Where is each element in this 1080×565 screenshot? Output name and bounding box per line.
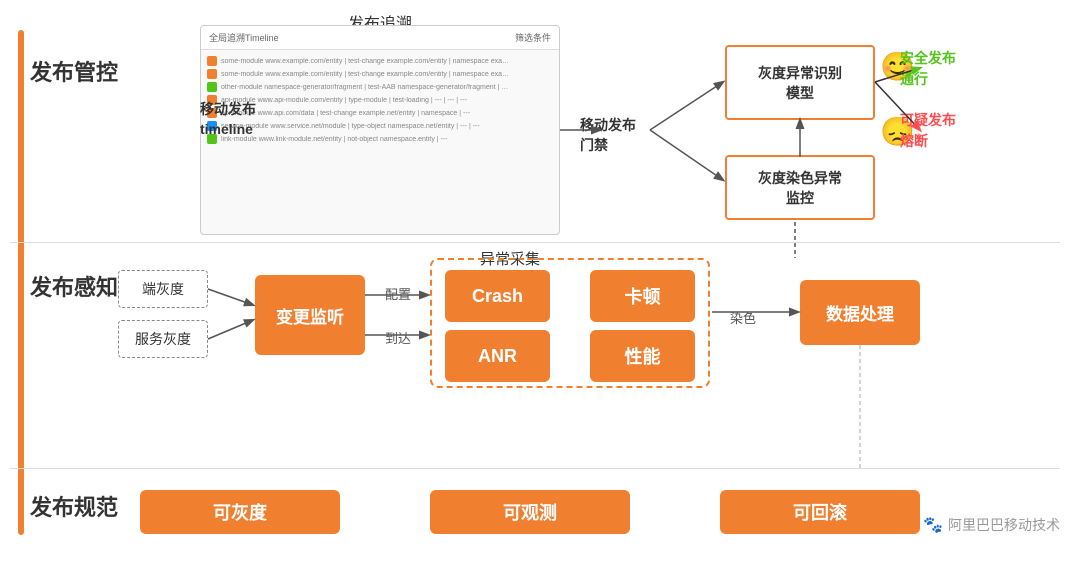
performance-box: 性能 [590, 330, 695, 382]
section-fabuganzhi: 发布感知 [30, 270, 118, 302]
data-process-box: 数据处理 [800, 280, 920, 345]
divider-bottom [10, 468, 1060, 469]
safe-publish-label: 安全发布 通行 [900, 48, 956, 90]
ranse-label: 染色 [730, 308, 756, 327]
trace-dot [207, 56, 217, 66]
katun-box: 卡顿 [590, 270, 695, 322]
config-label: 配置 [385, 284, 411, 303]
trace-header-left: 全局追溯Timeline [209, 31, 279, 44]
suspicious-publish-label: 可疑发布 熔断 [900, 110, 956, 152]
service-gray-box: 服务灰度 [118, 320, 208, 358]
trace-row-text: service-module www.service.net/module | … [221, 123, 480, 130]
arrive-label: 到达 [385, 328, 411, 347]
section-fabukongzhi: 发布管控 [30, 55, 118, 87]
trace-header-right: 筛选条件 [515, 31, 551, 44]
left-accent-bar [18, 30, 24, 535]
anr-box: ANR [445, 330, 550, 382]
gray-monitor-box: 灰度染色异常监控 [725, 155, 875, 220]
trace-row-text: some-module www.example.com/entity | tes… [221, 71, 511, 78]
trace-row: some-module www.example.com/entity | tes… [207, 69, 553, 79]
keguance-box: 可观测 [430, 490, 630, 534]
duan-gray-box: 端灰度 [118, 270, 208, 308]
watermark: 🐾 阿里巴巴移动技术 [923, 515, 1060, 535]
main-container: 发布管控 发布感知 发布规范 发布追溯 全局追溯Timeline 筛选条件 so… [0, 0, 1080, 565]
mobile-mengeng-label: 移动发布 门禁 [580, 115, 636, 155]
trace-row: some-module www.example.com/entity | tes… [207, 56, 553, 66]
trace-dot [207, 82, 217, 92]
section-fabuguguifan: 发布规范 [30, 490, 118, 522]
trace-row-text: other-module namespace-generator/fragmen… [221, 84, 511, 91]
trace-row-text: api-module www.api-module.com/entity | t… [221, 97, 467, 104]
crash-box: Crash [445, 270, 550, 322]
trace-row: api-module www.api.com/data | test-chang… [207, 108, 553, 118]
trace-row-text: some-module www.example.com/entity | tes… [221, 58, 511, 65]
divider-top [10, 242, 1060, 243]
trace-row-text: api-module www.api.com/data | test-chang… [221, 110, 470, 117]
trace-row: service-module www.service.net/module | … [207, 121, 553, 131]
watermark-icon: 🐾 [923, 515, 943, 535]
kegray-box: 可灰度 [140, 490, 340, 534]
trace-row: other-module namespace-generator/fragmen… [207, 82, 553, 92]
trace-row: link-module www.link-module.net/entity |… [207, 134, 553, 144]
mobile-timeline-label: 移动发布 timeline [200, 100, 256, 139]
change-monitor-box: 变更监听 [255, 275, 365, 355]
trace-row: api-module www.api-module.com/entity | t… [207, 95, 553, 105]
trace-dot [207, 69, 217, 79]
kehui-box: 可回滚 [720, 490, 920, 534]
gray-model-box: 灰度异常识别模型 [725, 45, 875, 120]
trace-header: 全局追溯Timeline 筛选条件 [201, 26, 559, 50]
